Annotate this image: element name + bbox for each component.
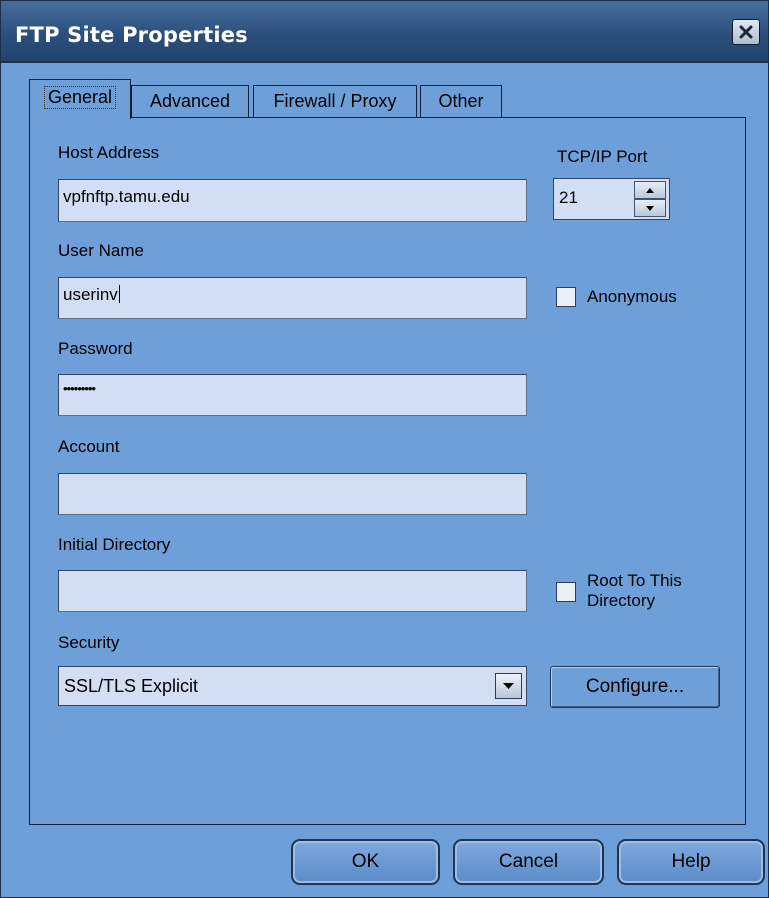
host-address-label: Host Address (58, 143, 160, 162)
port-decrement-button[interactable] (634, 199, 666, 217)
security-selected-value: SSL/TLS Explicit (64, 676, 199, 696)
root-label-line2: Directory (587, 591, 656, 610)
close-icon (739, 25, 753, 39)
configure-button[interactable]: Configure... (550, 666, 720, 708)
arrow-up-icon (646, 187, 654, 193)
cancel-button[interactable]: Cancel (453, 839, 604, 885)
tab-other[interactable]: Other (420, 85, 502, 117)
user-name-label: User Name (58, 241, 144, 260)
tab-other-label: Other (438, 91, 484, 111)
tab-advanced[interactable]: Advanced (131, 85, 249, 117)
text-caret (118, 285, 120, 303)
root-to-this-directory-checkbox[interactable] (556, 582, 576, 602)
tcp-ip-port-label: TCP/IP Port (557, 147, 648, 166)
tcp-ip-port-value: 21 (559, 188, 578, 207)
ftp-site-properties-dialog: FTP Site Properties General Advanced Fir… (0, 0, 769, 898)
port-increment-button[interactable] (634, 181, 666, 199)
root-label-line1: Root To This (587, 571, 682, 590)
account-input[interactable] (58, 473, 527, 515)
password-input[interactable]: ••••••••• (58, 374, 527, 416)
general-tab-panel (29, 117, 746, 825)
account-label: Account (58, 437, 120, 456)
initial-directory-label: Initial Directory (58, 535, 171, 554)
user-name-value: userinv (63, 285, 118, 304)
tab-firewall-proxy-label: Firewall / Proxy (273, 91, 397, 111)
close-button[interactable] (732, 19, 760, 45)
tab-general-label: General (43, 86, 117, 109)
help-button[interactable]: Help (617, 839, 765, 885)
root-to-this-directory-label[interactable]: Root To This Directory (587, 571, 682, 611)
user-name-input[interactable]: userinv (58, 277, 527, 319)
initial-directory-input[interactable] (58, 570, 527, 612)
tab-firewall-proxy[interactable]: Firewall / Proxy (253, 85, 417, 117)
window-title: FTP Site Properties (15, 23, 248, 47)
anonymous-checkbox[interactable] (556, 287, 576, 307)
chevron-down-icon (503, 683, 514, 689)
security-label: Security (58, 633, 120, 652)
tab-general[interactable]: General (29, 79, 131, 119)
tcp-ip-port-spinner[interactable]: 21 (553, 178, 670, 220)
security-dropdown-arrow[interactable] (495, 673, 522, 699)
arrow-down-icon (646, 205, 654, 211)
ok-button[interactable]: OK (291, 839, 440, 885)
title-bar[interactable]: FTP Site Properties (1, 1, 768, 63)
tab-advanced-label: Advanced (149, 91, 231, 111)
anonymous-label[interactable]: Anonymous (587, 287, 677, 307)
host-address-input[interactable]: vpfnftp.tamu.edu (58, 179, 527, 222)
security-dropdown[interactable]: SSL/TLS Explicit (58, 666, 527, 706)
password-label: Password (58, 339, 133, 358)
